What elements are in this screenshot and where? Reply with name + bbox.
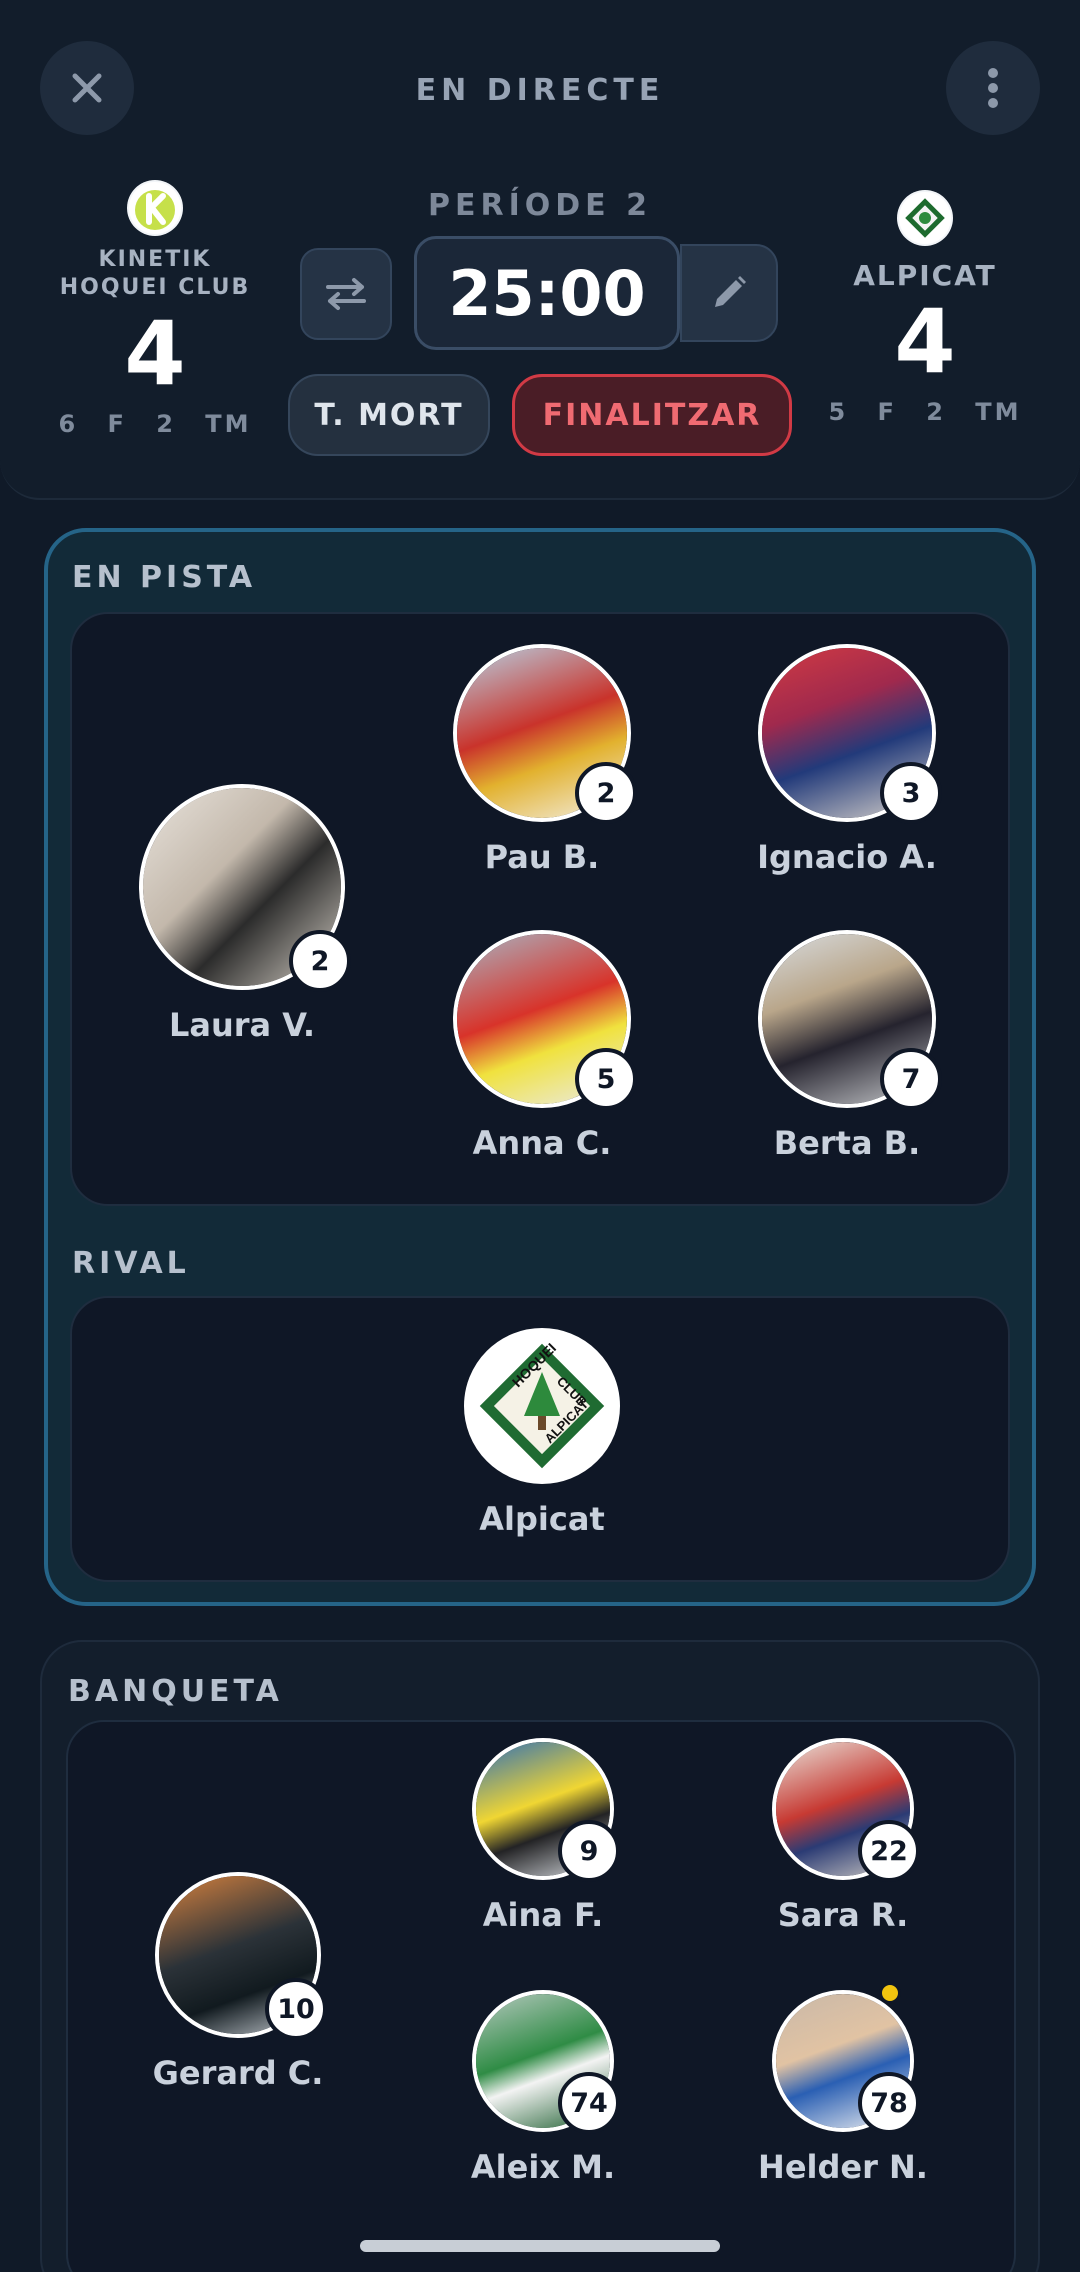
- player-name: Sara R.: [777, 1896, 909, 1934]
- jersey-number-badge: 78: [858, 2072, 920, 2134]
- page-title: EN DIRECTE: [415, 73, 665, 108]
- edit-clock-button[interactable]: [680, 244, 778, 342]
- jersey-number-badge: 2: [575, 762, 637, 824]
- home-indicator: [360, 2240, 720, 2252]
- alpicat-logo-icon: [899, 192, 951, 244]
- avatar: 3: [758, 644, 942, 824]
- home-team-name: KINETIK HOQUEI CLUB: [59, 247, 251, 300]
- bench-player[interactable]: 22 Sara R.: [743, 1738, 943, 1934]
- bench-card: 10 Gerard C. 9 Aina F. 22 Sara R. 74 Ale…: [66, 1720, 1016, 2272]
- alpicat-crest-icon: HOQUEI CLUB ALPICAT: [479, 1340, 605, 1469]
- rival-title: RIVAL: [72, 1246, 190, 1281]
- jersey-number-badge: 2: [289, 930, 351, 992]
- player-name: Aleix M.: [470, 2148, 616, 2186]
- jersey-number-badge: 22: [858, 1820, 920, 1882]
- avatar: 5: [453, 930, 637, 1110]
- avatar: 78: [772, 1990, 920, 2134]
- home-team-score: 4: [124, 302, 186, 405]
- player-name: Aina F.: [482, 1896, 604, 1934]
- away-team: ALPICAT 4 5 F 2 TM: [810, 190, 1040, 426]
- rival-card: HOQUEI CLUB ALPICAT Alpicat: [70, 1296, 1010, 1582]
- on-court-panel: EN PISTA 2 Laura V. 2 Pau B. 3 Ignacio A…: [44, 528, 1036, 1606]
- player-name: Anna C.: [472, 1124, 612, 1162]
- jersey-number-badge: 7: [880, 1048, 942, 1110]
- away-team-score: 4: [894, 290, 956, 393]
- bench-player[interactable]: 9 Aina F.: [443, 1738, 643, 1934]
- player-name: Laura V.: [168, 1006, 316, 1044]
- avatar: 74: [472, 1990, 620, 2134]
- rival-name: Alpicat: [479, 1500, 605, 1538]
- scoreboard-header: EN DIRECTE KINETIK HOQUEI CLUB 4 6 F 2 T…: [0, 0, 1080, 500]
- jersey-number-badge: 9: [558, 1820, 620, 1882]
- jersey-number-badge: 3: [880, 762, 942, 824]
- timeout-button[interactable]: T. MORT: [288, 374, 490, 456]
- status-dot: [879, 1982, 901, 2004]
- player-name: Gerard C.: [152, 2054, 324, 2092]
- swap-sides-button[interactable]: [300, 248, 392, 340]
- home-team-stats: 6 F 2 TM: [58, 410, 252, 438]
- avatar: 22: [772, 1738, 920, 1882]
- avatar: 9: [472, 1738, 620, 1882]
- player-name: Pau B.: [484, 838, 600, 876]
- game-clock[interactable]: 25:00: [414, 236, 680, 350]
- swap-icon: [326, 278, 366, 310]
- finish-button[interactable]: FINALITZAR: [512, 374, 792, 456]
- away-team-stats: 5 F 2 TM: [828, 398, 1022, 426]
- bench-title: BANQUETA: [68, 1674, 283, 1709]
- avatar: 2: [139, 784, 351, 992]
- court-player[interactable]: 7 Berta B.: [722, 930, 972, 1162]
- rival-logo: HOQUEI CLUB ALPICAT: [464, 1328, 620, 1484]
- court-player[interactable]: 5 Anna C.: [442, 930, 642, 1162]
- player-name: Ignacio A.: [757, 838, 937, 876]
- on-court-card: 2 Laura V. 2 Pau B. 3 Ignacio A. 5 Anna …: [70, 612, 1010, 1206]
- rival-team[interactable]: HOQUEI CLUB ALPICAT Alpicat: [442, 1328, 642, 1538]
- avatar: 10: [155, 1872, 327, 2040]
- bench-player[interactable]: 74 Aleix M.: [443, 1990, 643, 2186]
- on-court-title: EN PISTA: [72, 560, 257, 595]
- avatar: 7: [758, 930, 942, 1110]
- jersey-number-badge: 10: [265, 1978, 327, 2040]
- bench-panel: BANQUETA 10 Gerard C. 9 Aina F. 22 Sara …: [40, 1640, 1040, 2272]
- pencil-icon: [715, 276, 746, 307]
- bench-goalkeeper[interactable]: 10 Gerard C.: [138, 1872, 338, 2092]
- player-name: Berta B.: [773, 1124, 921, 1162]
- jersey-number-badge: 74: [558, 2072, 620, 2134]
- jersey-number-badge: 5: [575, 1048, 637, 1110]
- away-team-name: ALPICAT: [853, 259, 997, 292]
- player-name: Helder N.: [758, 2148, 928, 2186]
- court-player[interactable]: 2 Pau B.: [442, 644, 642, 876]
- avatar: 2: [453, 644, 637, 824]
- court-goalkeeper[interactable]: 2 Laura V.: [132, 784, 352, 1044]
- court-player[interactable]: 3 Ignacio A.: [722, 644, 972, 876]
- more-options-button[interactable]: [946, 41, 1040, 135]
- more-vertical-icon: [988, 68, 998, 108]
- bench-player[interactable]: 78 Helder N.: [743, 1982, 943, 2186]
- away-team-logo: [897, 190, 953, 246]
